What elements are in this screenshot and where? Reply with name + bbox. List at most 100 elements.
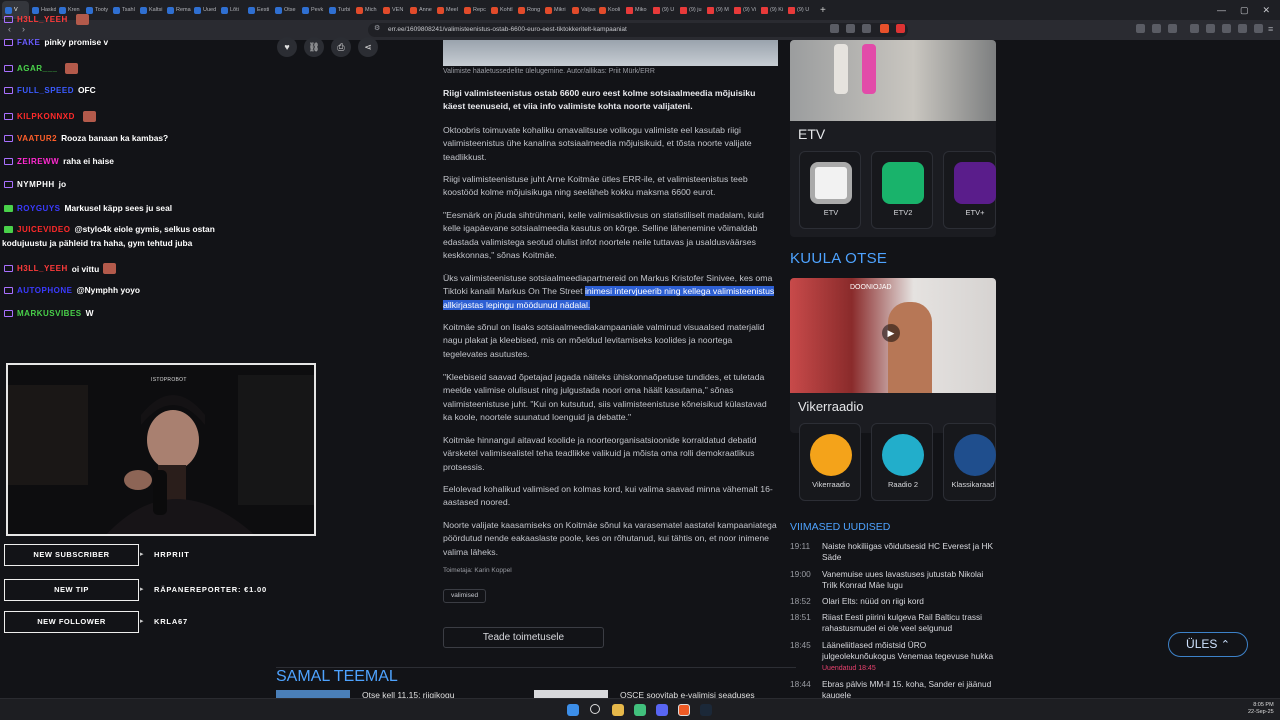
browser-tab[interactable]: Tsahl	[110, 1, 137, 19]
browser-tab[interactable]: Meel	[434, 1, 461, 19]
chat-username[interactable]: ROYGUYS	[17, 204, 61, 213]
browser-tab[interactable]: (9) U	[785, 1, 812, 19]
vikerraadio-tile[interactable]: Vikerraadio	[799, 423, 861, 501]
browser-tab[interactable]: (9) Vi	[731, 1, 758, 19]
new-tab-icon[interactable]: +	[820, 5, 826, 16]
browser-tab[interactable]: Otse	[272, 1, 299, 19]
chat-text: W	[85, 308, 94, 318]
share-page-icon[interactable]	[862, 24, 871, 33]
browser-tab[interactable]: Kohtl	[488, 1, 515, 19]
related-thumb[interactable]	[276, 690, 350, 698]
browser-tab[interactable]: (9) Ki	[758, 1, 785, 19]
translate-icon[interactable]	[830, 24, 839, 33]
maximize-icon[interactable]: ▢	[1240, 5, 1249, 16]
browser-tab[interactable]: (9) ju	[677, 1, 704, 19]
tag-chip[interactable]: valimised	[443, 589, 487, 603]
copy-link-button[interactable]: ⛓	[304, 37, 324, 57]
browser-tab[interactable]: Valjas	[569, 1, 596, 19]
browser-tab[interactable]: Eesti	[245, 1, 272, 19]
chat-username[interactable]: NYMPHH	[17, 180, 55, 189]
browser-tab[interactable]: Kooli	[596, 1, 623, 19]
news-headline: Olari Elts: nüüd on riigi kord	[822, 596, 924, 606]
etv2-app-tile[interactable]: ETV2	[871, 151, 933, 229]
browser-tab[interactable]: (9) M	[704, 1, 731, 19]
ext-icon-2[interactable]	[1152, 24, 1161, 33]
browser-tab[interactable]: Rong	[515, 1, 542, 19]
news-item[interactable]: 18:52 Olari Elts: nüüd on riigi kord	[790, 596, 1000, 607]
etv-image[interactable]	[790, 40, 996, 121]
close-icon[interactable]: ✕	[1262, 5, 1270, 16]
vpn-icon[interactable]	[1254, 24, 1263, 33]
search-icon[interactable]	[590, 704, 600, 714]
chat-username[interactable]: FULL_SPEED	[17, 86, 74, 95]
tab-label: Mikri	[554, 7, 566, 13]
news-item[interactable]: 19:11 Naiste hokiliigas võidutsesid HC Ev…	[790, 541, 1000, 563]
image-caption: Valimiste häaletussedelite ülelugemine. …	[443, 68, 655, 75]
wallet-icon[interactable]	[1222, 24, 1231, 33]
chat-username[interactable]: FAKE	[17, 38, 40, 47]
browser-tab[interactable]: Repc	[461, 1, 488, 19]
news-item[interactable]: 19:00 Vanemuise uues lavastuses jutustab …	[790, 569, 1000, 591]
brave-shield-icon[interactable]	[880, 24, 889, 33]
browser-tab[interactable]: Kaltsi	[137, 1, 164, 19]
etv-app-tile[interactable]: ETV	[799, 151, 861, 229]
menu-icon[interactable]: ≡	[1268, 24, 1273, 34]
ext-icon-1[interactable]	[1136, 24, 1145, 33]
chat-username[interactable]: H3LL_YEEH	[17, 264, 68, 273]
tab-favicon-icon	[707, 6, 714, 14]
browser-tab[interactable]: Mikri	[542, 1, 569, 19]
browser-tab[interactable]: Mich	[353, 1, 380, 19]
reader-icon[interactable]	[846, 24, 855, 33]
chat-username[interactable]: VAATUR2	[17, 134, 57, 143]
sub-badge-icon	[4, 204, 13, 212]
ext-icon-3[interactable]	[1168, 24, 1177, 33]
chat-username[interactable]: AGAR___	[17, 64, 57, 73]
browser-tab[interactable]: Pevk	[299, 1, 326, 19]
raadio2-tile[interactable]: Raadio 2	[871, 423, 933, 501]
radio-image[interactable]: ▶ DOONIOJAD	[790, 278, 996, 393]
like-button[interactable]: ♥	[277, 37, 297, 57]
browser-tab[interactable]: Anne	[407, 1, 434, 19]
explorer-icon[interactable]	[612, 704, 624, 716]
tab-label: Kooli	[608, 7, 621, 13]
media-icon[interactable]	[1190, 24, 1199, 33]
rewards-icon[interactable]	[896, 24, 905, 33]
related-thumb[interactable]	[534, 690, 608, 698]
klassikaraadio-tile[interactable]: Klassikaraad	[943, 423, 996, 501]
play-icon[interactable]: ▶	[882, 324, 900, 342]
app-icon[interactable]	[634, 704, 646, 716]
browser-tab[interactable]: Lõti	[218, 1, 245, 19]
minimize-icon[interactable]: —	[1217, 5, 1226, 15]
browser-tab[interactable]: Miko	[623, 1, 650, 19]
url-field[interactable]: err.ee/1609808241/valimisteenistus-ostab…	[368, 23, 908, 37]
forward-icon[interactable]: ›	[22, 24, 25, 34]
browser-tab[interactable]: Uued	[191, 1, 218, 19]
share-button[interactable]: ⋖	[358, 37, 378, 57]
etvplus-app-tile[interactable]: ETV+	[943, 151, 996, 229]
windows-start-icon[interactable]	[567, 704, 579, 716]
browser-tab[interactable]: Rema	[164, 1, 191, 19]
chat-username[interactable]: AUTOPHONE	[17, 286, 72, 295]
sub-badge-icon	[4, 86, 13, 94]
browser-tab[interactable]: (9) U	[650, 1, 677, 19]
news-item[interactable]: 18:51 Riiast Eesti piirini kulgeva Rail B…	[790, 612, 1000, 634]
chat-username[interactable]: ZEIREWW	[17, 157, 59, 166]
chat-username[interactable]: MARKUSVIBES	[17, 309, 82, 318]
site-info-icon[interactable]: ⚙	[374, 24, 380, 32]
brave-icon[interactable]	[678, 704, 690, 716]
browser-tab[interactable]: Turbi	[326, 1, 353, 19]
leo-icon[interactable]	[1238, 24, 1247, 33]
chat-username[interactable]: KILPKONNXD	[17, 112, 75, 121]
news-item[interactable]: 18:45 Lääneliitlased mõistsid ÜRO julgeol…	[790, 640, 1000, 674]
print-button[interactable]: ⎙	[331, 37, 351, 57]
browser-tab[interactable]: VEN	[380, 1, 407, 19]
sidebar-icon[interactable]	[1206, 24, 1215, 33]
chat-username[interactable]: JUICEVIDEO	[17, 225, 70, 234]
tab-label: Kaltsi	[149, 7, 163, 13]
discord-icon[interactable]	[656, 704, 668, 716]
scroll-top-button[interactable]: ÜLES ⌃	[1168, 632, 1248, 657]
chat-username[interactable]: H3LL_YEEH	[17, 15, 68, 24]
report-button[interactable]: Teade toimetusele	[443, 627, 604, 648]
steam-icon[interactable]	[700, 704, 712, 716]
back-icon[interactable]: ‹	[8, 24, 11, 34]
